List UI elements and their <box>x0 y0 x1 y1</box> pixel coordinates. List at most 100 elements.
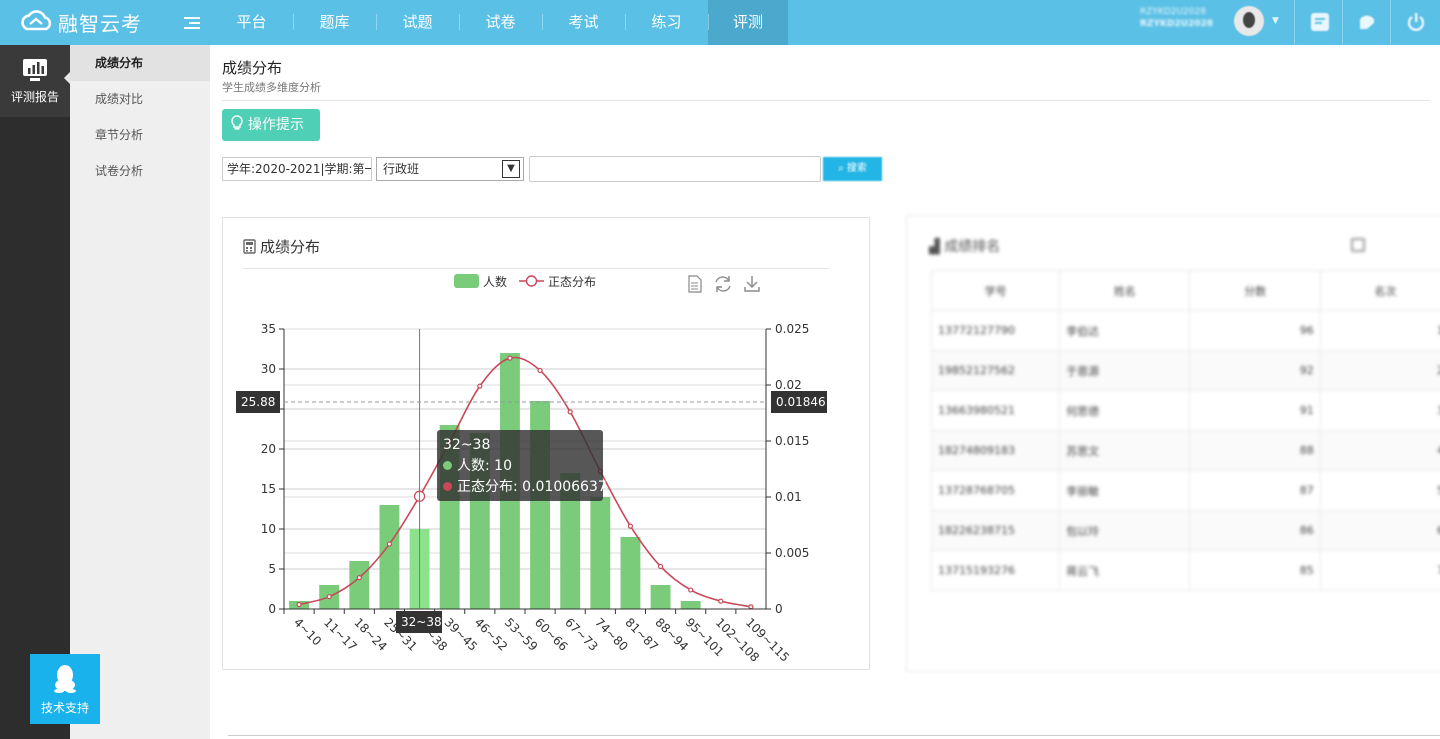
x-tick-label: 88~94 <box>652 615 691 654</box>
curve-point <box>748 604 754 610</box>
col-student-id[interactable]: 学号 <box>930 270 1061 311</box>
refresh-icon[interactable] <box>715 276 731 292</box>
nav-item-evaluation[interactable]: 评测 <box>708 0 788 45</box>
download-icon[interactable] <box>744 276 760 292</box>
nav-item-questions[interactable]: 试题 <box>376 0 459 45</box>
table-row[interactable]: 13772127790李伯达961 <box>930 310 1440 351</box>
table-row[interactable]: 18226238715包以玲866 <box>930 510 1440 551</box>
search-input[interactable] <box>529 156 821 182</box>
header-divider <box>222 100 1430 101</box>
chevron-down-icon[interactable]: ▼ <box>502 160 520 178</box>
app-logo[interactable]: 融智云考 <box>18 8 142 36</box>
table-cell: 85 <box>1189 550 1321 591</box>
table-cell: 92 <box>1189 350 1321 391</box>
secondary-sidebar: 成绩分布 成绩对比 章节分析 试卷分析 <box>70 45 210 739</box>
curve-point <box>688 587 694 593</box>
bar-chart-icon: ▟ <box>929 239 945 255</box>
skin-icon[interactable] <box>1356 11 1378 33</box>
sidebar-item-report[interactable]: 评测报告 <box>0 45 70 117</box>
table-cell: 7 <box>1319 550 1440 591</box>
col-score[interactable]: 分数 <box>1189 270 1321 311</box>
nav-item-platform[interactable]: 平台 <box>210 0 293 45</box>
year-term-select[interactable]: 学年:2020-2021|学期:第一 <box>222 157 372 181</box>
submenu-score-distribution[interactable]: 成绩分布 <box>70 45 210 81</box>
power-icon[interactable] <box>1405 11 1427 33</box>
table-row[interactable]: 18274809183苏思文884 <box>930 430 1440 471</box>
message-icon[interactable] <box>1309 11 1331 33</box>
ranking-panel-title: ▟ 成绩排名 <box>929 236 1000 256</box>
y-tick-label-left: 35 <box>261 322 276 336</box>
x-tick-label: 67~73 <box>562 615 601 654</box>
operation-hint-label: 操作提示 <box>248 117 304 133</box>
nav-item-question-bank[interactable]: 题库 <box>293 0 376 45</box>
x-tick-label: 46~52 <box>472 615 511 654</box>
table-cell: 6 <box>1319 510 1440 551</box>
table-cell: 18226238715 <box>930 510 1061 551</box>
chart-tooltip: 32~38 人数: 10 正态分布: 0.01006637 <box>437 430 607 501</box>
search-button-label: 搜索 <box>846 163 867 174</box>
table-row[interactable]: 13715193276蒋云飞857 <box>930 550 1440 591</box>
x-tick-label: 81~87 <box>622 615 661 654</box>
bar-81~87 <box>620 537 641 609</box>
table-row[interactable]: 19852127562于恩源922 <box>930 350 1440 391</box>
submenu-chapter-analysis[interactable]: 章节分析 <box>70 117 210 153</box>
submenu-score-comparison[interactable]: 成绩对比 <box>70 81 210 117</box>
y-tick-label-right: 0 <box>775 602 783 616</box>
menu-toggle-icon[interactable] <box>184 17 200 31</box>
table-cell: 13715193276 <box>930 550 1061 591</box>
operation-hint-button[interactable]: 操作提示 <box>222 109 320 141</box>
tooltip-normal: 正态分布: 0.01006637 <box>457 479 607 495</box>
nav-item-exams[interactable]: 考试 <box>542 0 625 45</box>
curve-point <box>386 541 393 547</box>
table-cell: 87 <box>1189 470 1321 511</box>
y-tick-label-right: 0.005 <box>775 546 809 560</box>
table-cell: 李丽敏 <box>1059 470 1191 511</box>
col-rank[interactable]: 名次 <box>1319 270 1440 311</box>
table-cell: 86 <box>1189 510 1321 551</box>
y-tick-label-left: 20 <box>261 442 276 456</box>
data-view-icon[interactable] <box>688 275 702 293</box>
tooltip-count-row: 人数: 10 <box>443 456 597 477</box>
table-cell: 88 <box>1189 430 1321 471</box>
table-cell: 苏思文 <box>1059 430 1191 471</box>
ranking-table: 学号 姓名 分数 名次 13772127790李伯达96119852127562… <box>930 270 1440 591</box>
y-tick-label-right: 0.01 <box>775 490 802 504</box>
user-line-1: RZYKD2U2028 <box>1140 7 1206 17</box>
table-cell: 于恩源 <box>1059 350 1191 391</box>
col-name[interactable]: 姓名 <box>1059 270 1191 311</box>
tooltip-count: 人数: 10 <box>457 458 512 474</box>
bar-95~101 <box>680 601 701 609</box>
chevron-down-icon[interactable]: ▼ <box>1272 16 1279 26</box>
x-tick-label: 39~45 <box>442 615 481 654</box>
y-tick-label-left: 5 <box>268 562 276 576</box>
table-cell: 91 <box>1189 390 1321 431</box>
table-header-row: 学号 姓名 分数 名次 <box>930 270 1440 311</box>
table-row[interactable]: 13728768705李丽敏875 <box>930 470 1440 511</box>
x-tick-label: 60~66 <box>532 615 571 654</box>
tech-support-button[interactable]: 技术支持 <box>30 654 100 724</box>
lightbulb-icon <box>231 115 243 130</box>
user-info[interactable]: RZYKD2U2028 RZYKD2U2028 <box>1140 6 1222 30</box>
legend-dot-count <box>443 461 452 470</box>
submenu-paper-analysis[interactable]: 试卷分析 <box>70 153 210 189</box>
table-row[interactable]: 13663980521何思德913 <box>930 390 1440 431</box>
legend-label-normal: 正态分布 <box>548 275 596 289</box>
legend-dot-normal <box>443 482 452 491</box>
nav-item-practice[interactable]: 练习 <box>625 0 708 45</box>
bottom-scrollbar[interactable] <box>228 735 1440 736</box>
curve-point <box>356 575 362 581</box>
nav-item-papers[interactable]: 试卷 <box>459 0 542 45</box>
curve-point <box>507 355 513 361</box>
page-title: 成绩分布 <box>222 59 283 77</box>
curve-point <box>657 563 664 570</box>
class-type-select[interactable]: 行政班 ▼ <box>376 157 524 181</box>
curve-point <box>627 523 634 529</box>
table-cell: 4 <box>1319 430 1440 471</box>
curve-point <box>567 409 573 415</box>
top-bar: 融智云考 平台 题库 试题 试卷 考试 练习 评测 RZYKD2U2028 RZ… <box>0 0 1440 45</box>
avatar[interactable] <box>1234 6 1264 36</box>
search-button[interactable]: ⌕ 搜索 <box>823 157 882 181</box>
monitor-chart-icon <box>23 59 47 81</box>
topbar-divider <box>1390 0 1391 45</box>
export-icon[interactable] <box>1351 238 1365 252</box>
